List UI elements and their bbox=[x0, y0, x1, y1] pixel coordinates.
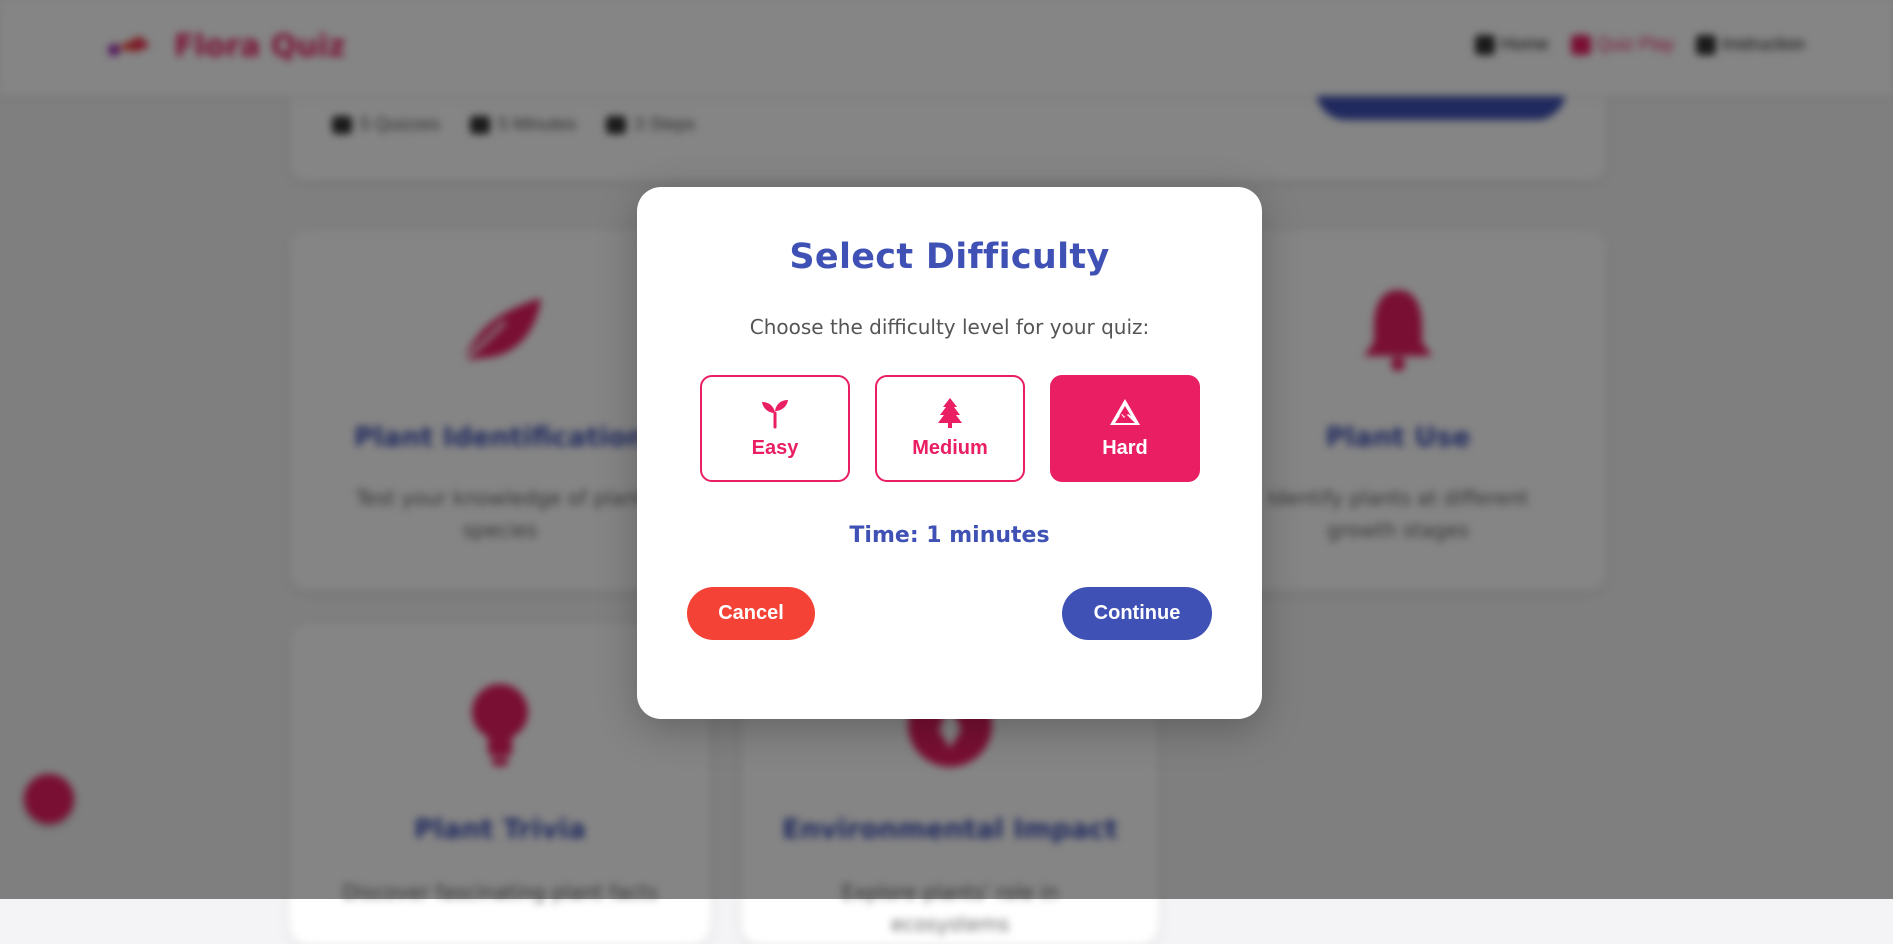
difficulty-option-medium[interactable]: Medium bbox=[875, 375, 1025, 482]
modal-title: Select Difficulty bbox=[789, 237, 1110, 277]
tree-icon bbox=[938, 398, 962, 428]
difficulty-option-label: Easy bbox=[751, 437, 799, 459]
difficulty-modal: Select Difficulty Choose the difficulty … bbox=[637, 187, 1262, 719]
difficulty-option-easy[interactable]: Easy bbox=[700, 375, 850, 482]
cancel-button[interactable]: Cancel bbox=[687, 587, 815, 640]
continue-button[interactable]: Continue bbox=[1062, 587, 1212, 640]
difficulty-option-label: Hard bbox=[1102, 437, 1148, 459]
modal-subtitle: Choose the difficulty level for your qui… bbox=[749, 315, 1150, 339]
difficulty-options: Easy Medium Hard bbox=[700, 375, 1200, 482]
sprout-icon bbox=[762, 400, 788, 429]
mountain-icon bbox=[1110, 399, 1140, 425]
difficulty-option-label: Medium bbox=[912, 437, 988, 459]
time-limit: Time: 1 minutes bbox=[849, 523, 1050, 548]
difficulty-option-hard[interactable]: Hard bbox=[1050, 375, 1200, 482]
